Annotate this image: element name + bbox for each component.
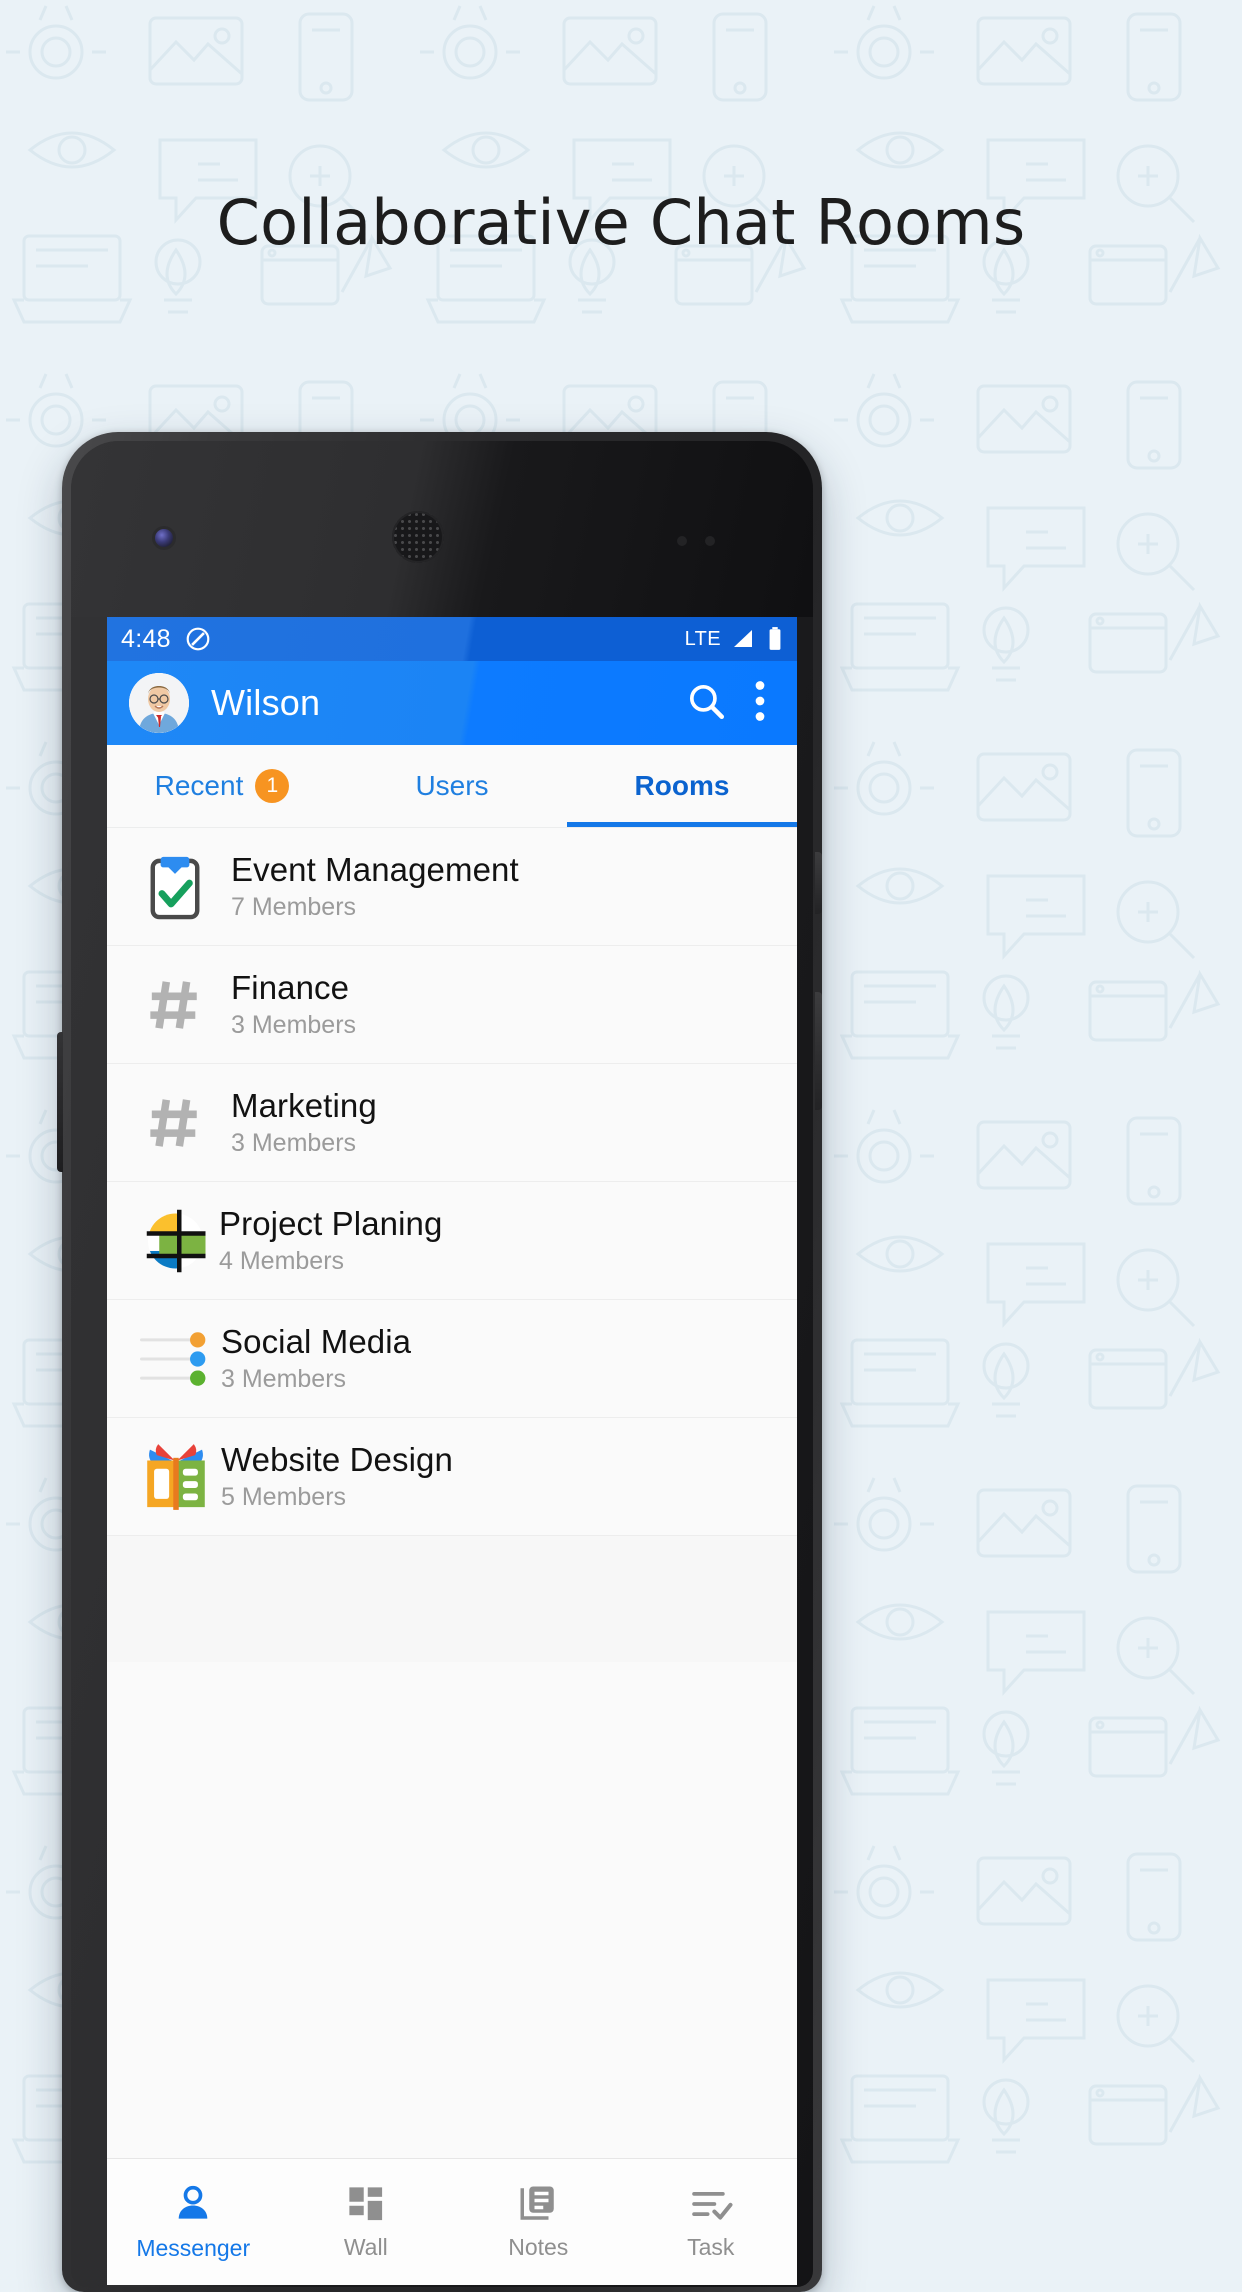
person-icon: [178, 2185, 208, 2219]
status-network-label: LTE: [684, 627, 721, 650]
room-text: Website Design 5 Members: [221, 1441, 453, 1512]
phone-glass: 4:48 LTE Wilson Recent 1 Users Rooms Eve…: [71, 441, 813, 2287]
room-name: Event Management: [231, 851, 519, 889]
nav-item-task[interactable]: Task: [625, 2183, 798, 2261]
earpiece-speaker: [392, 511, 444, 563]
phone-mockup: 4:48 LTE Wilson Recent 1 Users Rooms Eve…: [57, 432, 1180, 2292]
nav-label: Notes: [508, 2234, 569, 2260]
status-right-cluster: LTE: [685, 626, 783, 652]
feed-dots-icon: [137, 1326, 213, 1392]
phone-volume-button: [815, 992, 822, 1110]
room-name: Finance: [231, 969, 350, 1007]
hash-icon: [137, 976, 213, 1034]
app-bar: Wilson: [107, 661, 797, 745]
avatar[interactable]: [129, 673, 189, 733]
bottom-navigation: Messenger Wall Notes Task: [107, 2158, 797, 2285]
checklist-icon: [691, 2191, 733, 2220]
nav-item-wall[interactable]: Wall: [280, 2183, 453, 2261]
room-list-item[interactable]: Finance 3 Members: [107, 946, 797, 1064]
grid-tiles-icon: [349, 2187, 382, 2221]
phone-top-bezel: [71, 441, 813, 617]
app-bar-title: Wilson: [211, 682, 321, 723]
tab-bar: Recent 1 Users Rooms: [107, 745, 797, 828]
documents-icon: [520, 2186, 554, 2220]
light-sensor: [705, 536, 715, 546]
room-members: 7 Members: [231, 892, 357, 921]
room-list-item[interactable]: Website Design 5 Members: [107, 1418, 797, 1536]
room-name: Social Media: [221, 1323, 412, 1361]
room-text: Marketing 3 Members: [231, 1087, 377, 1158]
room-members: 4 Members: [219, 1246, 345, 1275]
phone-left-button: [57, 1032, 63, 1172]
proximity-sensor: [677, 536, 687, 546]
front-camera-icon: [155, 529, 173, 547]
phone-body: 4:48 LTE Wilson Recent 1 Users Rooms Eve…: [57, 432, 822, 2292]
phone-power-button: [815, 852, 822, 914]
pie-chart-icon: [137, 1201, 213, 1281]
page-title: Collaborative Chat Rooms: [216, 186, 1026, 259]
open-book-icon: [137, 1438, 213, 1516]
room-list-item[interactable]: Social Media 3 Members: [107, 1300, 797, 1418]
room-members: 5 Members: [221, 1482, 347, 1511]
search-icon[interactable]: [685, 680, 727, 727]
nav-label: Wall: [343, 2234, 388, 2260]
nav-label: Task: [687, 2234, 735, 2260]
do-not-disturb-icon: [185, 626, 211, 652]
room-list-item[interactable]: Project Planing 4 Members: [107, 1182, 797, 1300]
room-list-item[interactable]: Event Management 7 Members: [107, 828, 797, 946]
app-bar-actions: [685, 680, 775, 727]
room-text: Finance 3 Members: [231, 969, 356, 1040]
clipboard-check-icon: [137, 853, 213, 921]
room-name: Project Planing: [219, 1205, 443, 1243]
tab-rooms-label: Rooms: [634, 770, 730, 801]
hash-icon: [137, 1094, 213, 1152]
room-list: Event Management 7 Members Finance 3 Mem…: [107, 828, 797, 1662]
nav-item-messenger[interactable]: Messenger: [107, 2182, 280, 2262]
room-name: Website Design: [221, 1441, 453, 1479]
status-bar: 4:48 LTE: [107, 617, 797, 661]
room-members: 3 Members: [231, 1010, 357, 1039]
signal-bars-icon: [734, 630, 752, 647]
room-text: Event Management 7 Members: [231, 851, 519, 922]
nav-item-notes[interactable]: Notes: [452, 2183, 625, 2261]
tab-recent[interactable]: Recent 1: [107, 745, 337, 827]
room-text: Project Planing 4 Members: [219, 1205, 442, 1276]
tab-users[interactable]: Users: [337, 745, 567, 827]
battery-full-icon: [769, 627, 781, 650]
tab-recent-badge: 1: [255, 769, 290, 803]
room-text: Social Media 3 Members: [221, 1323, 411, 1394]
overflow-menu-icon[interactable]: [753, 680, 767, 727]
phone-screen: 4:48 LTE Wilson Recent 1 Users Rooms Eve…: [107, 617, 797, 2285]
room-members: 3 Members: [231, 1128, 357, 1157]
tab-users-label: Users: [415, 770, 489, 801]
nav-label: Messenger: [136, 2235, 251, 2261]
tab-rooms[interactable]: Rooms: [567, 745, 797, 827]
list-empty-space: [107, 1536, 797, 1662]
room-list-item[interactable]: Marketing 3 Members: [107, 1064, 797, 1182]
room-members: 3 Members: [221, 1364, 347, 1393]
tab-recent-label: Recent: [154, 770, 244, 801]
status-time: 4:48: [121, 624, 171, 653]
room-name: Marketing: [231, 1087, 377, 1125]
